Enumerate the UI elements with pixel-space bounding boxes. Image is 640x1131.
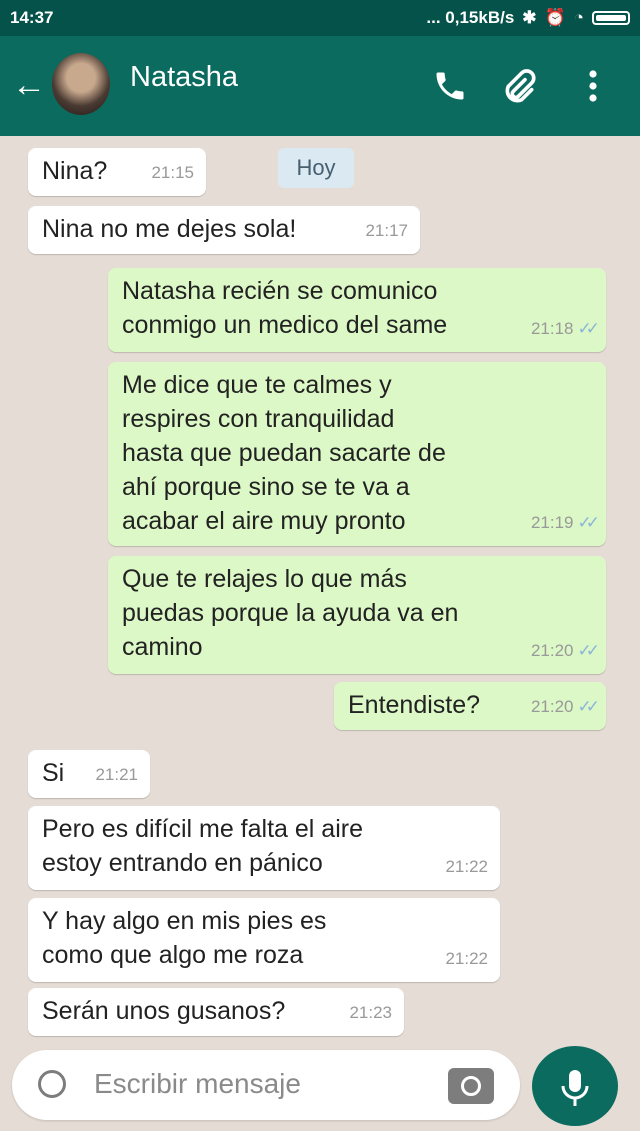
alarm-icon: ⏰ — [544, 8, 566, 27]
camera-icon[interactable] — [448, 1068, 494, 1104]
contact-name[interactable]: Natasha — [130, 61, 238, 94]
status-icons: ... 0,15kB/s ✱ ⏰ ◔ — [426, 8, 630, 28]
mic-button[interactable] — [532, 1046, 618, 1126]
network-speed: ... 0,15kB/s — [426, 8, 515, 27]
message-bubble[interactable]: Y hay algo en mis pies es como que algo … — [28, 898, 500, 982]
phone-icon[interactable] — [432, 68, 468, 104]
back-arrow-icon[interactable]: ← — [12, 68, 46, 102]
status-time: 14:37 — [10, 8, 54, 27]
read-ticks-icon: ✓✓ — [577, 319, 600, 338]
message-bubble[interactable]: Serán unos gusanos? 21:23 — [28, 988, 404, 1036]
message-bubble[interactable]: Pero es difícil me falta el aire estoy e… — [28, 806, 500, 890]
message-composer[interactable]: Escribir mensaje — [12, 1050, 520, 1120]
message-bubble[interactable]: Entendiste? 21:20 ✓✓ — [334, 682, 606, 730]
emoji-icon[interactable] — [38, 1070, 66, 1098]
message-bubble[interactable]: Me dice que te calmes y respires con tra… — [108, 362, 606, 546]
more-vert-icon[interactable] — [584, 68, 602, 104]
avatar[interactable] — [52, 53, 110, 115]
date-chip: Hoy — [278, 148, 354, 188]
message-list[interactable]: Nina? 21:15 Hoy Nina no me dejes sola! 2… — [0, 136, 640, 1052]
message-bubble[interactable]: Nina? 21:15 — [28, 148, 206, 196]
message-bubble[interactable]: Si 21:21 — [28, 750, 150, 798]
message-bubble[interactable]: Que te relajes lo que más puedas porque … — [108, 556, 606, 674]
read-ticks-icon: ✓✓ — [577, 513, 600, 532]
chat-header: ← Natasha — [0, 36, 640, 136]
wifi-icon: ◔ — [573, 8, 584, 27]
mic-icon — [561, 1070, 589, 1106]
battery-icon — [592, 11, 630, 25]
message-bubble[interactable]: Nina no me dejes sola! 21:17 — [28, 206, 420, 254]
bluetooth-icon: ✱ — [522, 8, 537, 27]
message-input[interactable]: Escribir mensaje — [94, 1068, 301, 1100]
read-ticks-icon: ✓✓ — [577, 697, 600, 716]
paperclip-icon[interactable] — [500, 68, 540, 108]
message-bubble[interactable]: Natasha recién se comunico conmigo un me… — [108, 268, 606, 352]
status-bar: 14:37 ... 0,15kB/s ✱ ⏰ ◔ — [0, 0, 640, 36]
read-ticks-icon: ✓✓ — [577, 641, 600, 660]
